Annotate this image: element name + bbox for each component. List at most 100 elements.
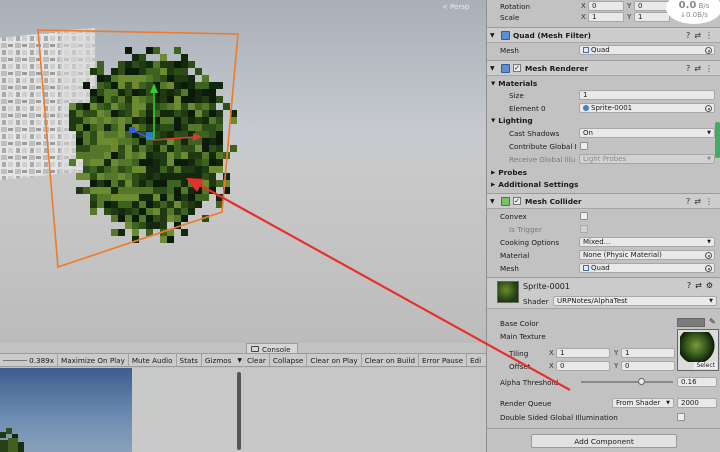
contribute-gi-checkbox[interactable] — [580, 142, 588, 150]
mute-audio-toggle[interactable]: Mute Audio — [129, 354, 177, 366]
object-picker-icon[interactable] — [705, 46, 712, 54]
bush-pixel — [146, 61, 153, 68]
mesh-renderer-fold-icon[interactable]: ▼ — [490, 65, 495, 72]
collider-material-field[interactable]: None (Physic Material) — [579, 250, 715, 260]
probes-fold-icon[interactable]: ▶ — [491, 170, 495, 176]
mesh-renderer-enabled-checkbox[interactable]: ✓ — [513, 64, 521, 72]
material-tools[interactable]: ?⇄⚙ — [687, 281, 717, 290]
mesh-filter-mesh-label: Mesh — [500, 45, 519, 55]
console-collapse-toggle[interactable]: Collapse — [270, 354, 308, 366]
bush-pixel — [132, 187, 139, 194]
alpha-threshold-slider-thumb[interactable] — [638, 378, 646, 385]
mesh-filter-header[interactable]: ▼ Quad (Mesh Filter) ?⇄⋮ — [487, 27, 720, 43]
shader-dropdown[interactable]: URPNotes/AlphaTest ▼ — [553, 296, 717, 306]
console-clear-on-play-toggle[interactable]: Clear on Play — [307, 354, 362, 366]
bush-pixel — [195, 96, 202, 103]
materials-section[interactable]: ▼ Materials — [491, 79, 537, 88]
console-clear-button[interactable]: Clear — [244, 354, 270, 366]
offset-y-field[interactable]: 0 — [621, 361, 675, 371]
bush-pixel — [188, 82, 195, 89]
bush-pixel — [111, 89, 118, 96]
console-error-pause-toggle[interactable]: Error Pause — [419, 354, 467, 366]
additional-settings-fold-icon[interactable]: ▶ — [491, 182, 495, 188]
game-scale-slider[interactable]: 0.389x — [0, 354, 58, 366]
object-picker-icon[interactable] — [705, 104, 712, 112]
additional-settings-section[interactable]: ▶ Additional Settings — [491, 180, 578, 189]
bush-pixel — [195, 180, 202, 187]
offset-x-field[interactable]: 0 — [556, 361, 610, 371]
render-queue-mode-dropdown[interactable]: From Shader ▼ — [612, 398, 674, 408]
console-log-area[interactable] — [244, 368, 486, 452]
alpha-threshold-field[interactable]: 0.16 — [677, 377, 717, 387]
mesh-collider-header[interactable]: ▼ ✓ Mesh Collider ?⇄⋮ — [487, 193, 720, 209]
bush-pixel — [125, 194, 132, 201]
maximize-on-play-toggle[interactable]: Maximize On Play — [58, 354, 129, 366]
stats-toggle[interactable]: Stats — [177, 354, 202, 366]
scale-x-field[interactable]: 1 — [588, 12, 624, 22]
console-editor-dropdown[interactable]: Edi — [467, 354, 484, 366]
bush-pixel — [125, 201, 132, 208]
bush-pixel — [111, 159, 118, 166]
probes-section[interactable]: ▶ Probes — [491, 168, 527, 177]
inspector-side-handle[interactable] — [715, 122, 720, 158]
mesh-renderer-tools[interactable]: ?⇄⋮ — [686, 64, 717, 73]
bush-pixel — [76, 145, 83, 152]
element0-field[interactable]: Sprite-0001 — [579, 103, 715, 113]
bush-pixel — [160, 208, 167, 215]
mesh-filter-fold-icon[interactable]: ▼ — [490, 32, 495, 39]
bush-pixel — [97, 201, 104, 208]
bush-pixel — [167, 131, 174, 138]
bush-pixel — [76, 103, 83, 110]
scene-canvas[interactable]: < Persp — [0, 0, 486, 343]
materials-size-field[interactable]: 1 — [579, 90, 715, 100]
game-view-scrollbar[interactable] — [237, 372, 241, 450]
console-clear-on-build-toggle[interactable]: Clear on Build — [362, 354, 420, 366]
materials-fold-icon[interactable]: ▼ — [491, 81, 495, 87]
scene-view[interactable]: < Persp — [0, 0, 486, 343]
collider-mesh-field[interactable]: Quad — [579, 263, 715, 273]
alpha-threshold-slider-track[interactable] — [581, 381, 673, 383]
convex-checkbox[interactable] — [580, 212, 588, 220]
tiling-x-field[interactable]: 1 — [556, 348, 610, 358]
object-picker-icon[interactable] — [705, 264, 712, 272]
cast-shadows-dropdown[interactable]: On ▼ — [579, 128, 715, 138]
bush-pixel — [174, 159, 181, 166]
mesh-collider-tools[interactable]: ?⇄⋮ — [686, 197, 717, 206]
object-picker-icon[interactable] — [705, 251, 712, 259]
gizmos-chevron-down-icon[interactable]: ▼ — [234, 357, 243, 364]
rotation-x-field[interactable]: 0 — [588, 1, 624, 11]
base-color-swatch[interactable] — [677, 318, 705, 327]
bush-pixel — [69, 110, 76, 117]
mesh-filter-tools[interactable]: ?⇄⋮ — [686, 31, 717, 40]
bush-pixel — [90, 145, 97, 152]
mesh-collider-fold-icon[interactable]: ▼ — [490, 198, 495, 205]
bush-pixel — [146, 145, 153, 152]
game-view[interactable] — [0, 368, 132, 452]
double-sided-gi-checkbox[interactable] — [677, 413, 685, 421]
lighting-section[interactable]: ▼ Lighting — [491, 116, 533, 125]
bush-pixel — [132, 138, 139, 145]
eyedropper-icon[interactable]: ✎ — [709, 317, 716, 326]
rotation-y-field[interactable]: 0 — [634, 1, 670, 11]
bush-pixel — [111, 131, 118, 138]
tiling-y-field[interactable]: 1 — [621, 348, 675, 358]
cast-shadows-label: Cast Shadows — [509, 128, 560, 138]
bush-pixel — [167, 201, 174, 208]
bush-pixel — [83, 187, 90, 194]
scale-y-field[interactable]: 1 — [634, 12, 670, 22]
bush-pixel — [90, 96, 97, 103]
mesh-collider-enabled-checkbox[interactable]: ✓ — [513, 197, 521, 205]
mesh-filter-mesh-field[interactable]: Quad — [579, 45, 715, 55]
cooking-options-dropdown[interactable]: Mixed... ▼ — [579, 237, 715, 247]
render-queue-value-field[interactable]: 2000 — [677, 398, 717, 408]
bush-pixel — [83, 131, 90, 138]
mesh-renderer-header[interactable]: ▼ ✓ Mesh Renderer ?⇄⋮ — [487, 60, 720, 76]
gizmos-dropdown[interactable]: Gizmos — [202, 354, 234, 366]
rotation-x-axis-label: X — [581, 2, 586, 10]
bush-pixel — [83, 110, 90, 117]
lighting-fold-icon[interactable]: ▼ — [491, 118, 495, 124]
add-component-button[interactable]: Add Component — [531, 434, 677, 448]
bush-pixel — [202, 187, 209, 194]
bush-pixel — [167, 110, 174, 117]
bush-pixel — [125, 96, 132, 103]
